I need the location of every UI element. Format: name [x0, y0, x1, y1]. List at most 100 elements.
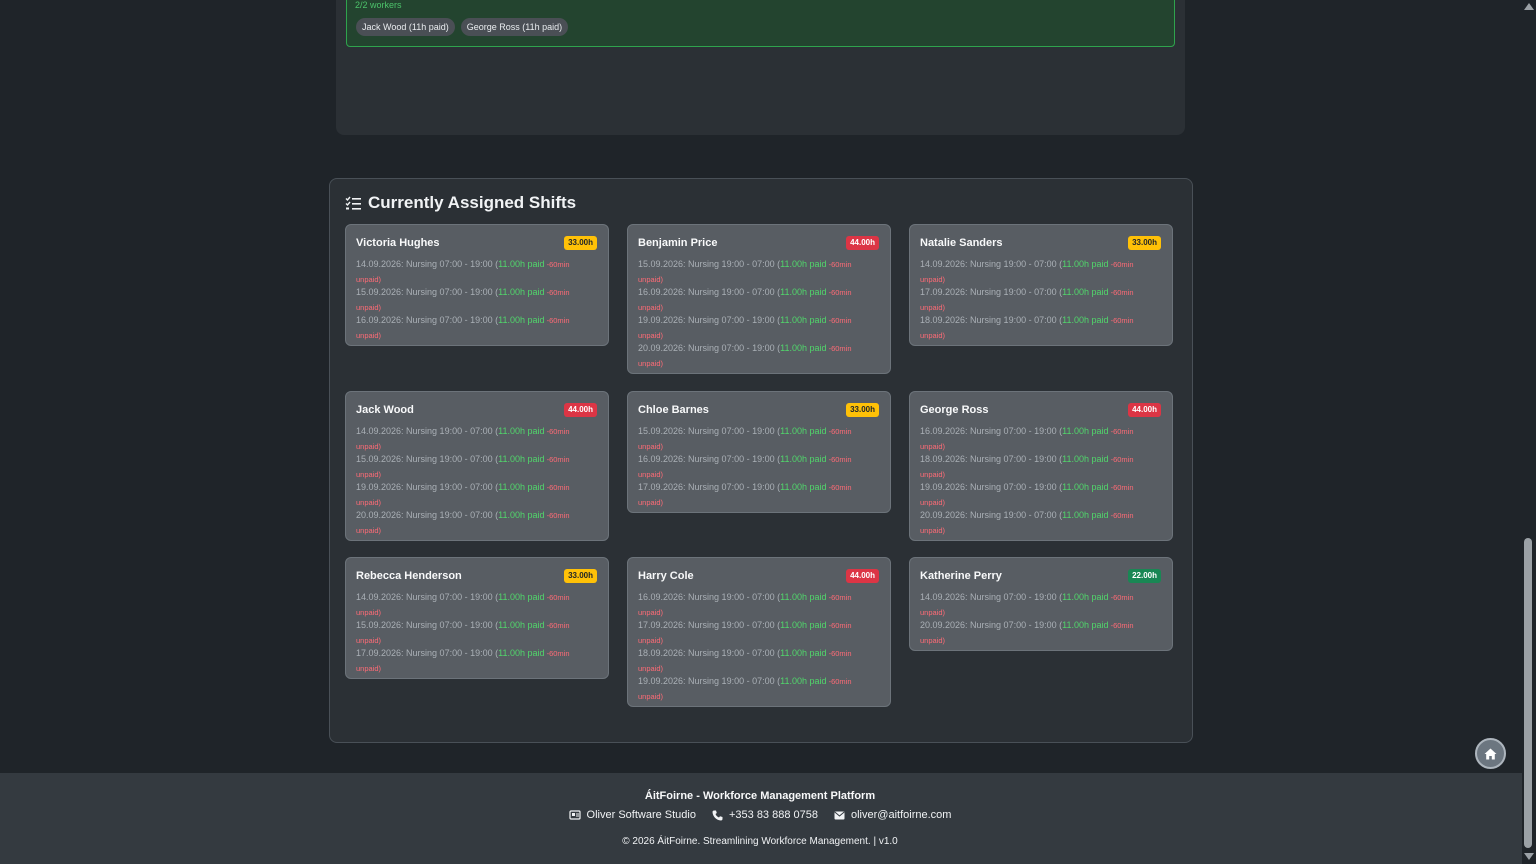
- unpaid-label: unpaid): [356, 442, 382, 451]
- worker-chip[interactable]: Jack Wood (11h paid): [356, 18, 455, 36]
- unpaid-break: -60min: [1108, 427, 1134, 436]
- shift-line: 16.09.2026: Nursing 19:00 - 07:00 (11.00…: [638, 590, 878, 605]
- shift-entry: 16.09.2026: Nursing 07:00 - 19:00 (11.00…: [356, 313, 596, 341]
- unpaid-label: unpaid): [638, 331, 664, 340]
- worker-chip[interactable]: George Ross (11h paid): [460, 18, 569, 36]
- hours-badge: 44.00h: [1128, 403, 1161, 417]
- shift-card: Katherine Perry 22.00h 14.09.2026: Nursing…: [909, 557, 1173, 651]
- shift-line: 16.09.2026: Nursing 07:00 - 19:00 (11.00…: [638, 452, 878, 467]
- shift-text: 18.09.2026: Nursing 07:00 - 19:00 (: [920, 454, 1063, 464]
- shift-line: 20.09.2026: Nursing 07:00 - 19:00 (11.00…: [920, 618, 1160, 633]
- shift-entry: 14.09.2026: Nursing 07:00 - 19:00 (11.00…: [356, 257, 596, 285]
- shift-line: 18.09.2026: Nursing 07:00 - 19:00 (11.00…: [920, 452, 1160, 467]
- hours-badge: 33.00h: [1128, 236, 1161, 250]
- phone-icon: [712, 810, 723, 820]
- footer-email[interactable]: oliver@aitfoirne.com: [834, 809, 951, 821]
- paid-hours: 11.00h paid: [498, 315, 545, 325]
- paid-hours: 11.00h paid: [780, 648, 827, 658]
- hours-badge: 44.00h: [846, 236, 879, 250]
- unpaid-label: unpaid): [356, 526, 382, 535]
- paid-hours: 11.00h paid: [780, 676, 827, 686]
- unpaid-break: -60min: [544, 511, 570, 520]
- shift-line: unpaid): [638, 495, 878, 510]
- footer-phone-text: +353 83 888 0758: [728, 809, 818, 821]
- shift-entry: 14.09.2026: Nursing 19:00 - 07:00 (11.00…: [356, 424, 596, 452]
- unpaid-break: -60min: [544, 483, 570, 492]
- home-button[interactable]: [1475, 738, 1506, 769]
- unpaid-label: unpaid): [356, 498, 382, 507]
- shift-line: 15.09.2026: Nursing 19:00 - 07:00 (11.00…: [638, 257, 878, 272]
- worker-name: Victoria Hughes: [356, 237, 440, 249]
- worker-name: Rebecca Henderson: [356, 570, 462, 582]
- shift-entry: 18.09.2026: Nursing 19:00 - 07:00 (11.00…: [920, 313, 1160, 341]
- shift-entry: 15.09.2026: Nursing 19:00 - 07:00 (11.00…: [356, 452, 596, 480]
- shift-text: 15.09.2026: Nursing 19:00 - 07:00 (: [356, 454, 499, 464]
- shift-line: 16.09.2026: Nursing 07:00 - 19:00 (11.00…: [356, 313, 596, 328]
- shift-entry: 15.09.2026: Nursing 07:00 - 19:00 (11.00…: [356, 618, 596, 646]
- unpaid-break: -60min: [1108, 483, 1134, 492]
- shift-list: 15.09.2026: Nursing 07:00 - 19:00 (11.00…: [638, 424, 878, 508]
- unpaid-break: -60min: [544, 593, 570, 602]
- shift-line: 19.09.2026: Nursing 19:00 - 07:00 (11.00…: [356, 480, 596, 495]
- unpaid-label: unpaid): [356, 470, 382, 479]
- unpaid-break: -60min: [544, 455, 570, 464]
- worker-name: Harry Cole: [638, 570, 694, 582]
- worker-name: Benjamin Price: [638, 237, 718, 249]
- footer-email-text: oliver@aitfoirne.com: [851, 809, 952, 821]
- hours-badge: 22.00h: [1128, 569, 1161, 583]
- unpaid-break: -60min: [1108, 455, 1134, 464]
- home-icon: [1484, 748, 1497, 759]
- paid-hours: 11.00h paid: [498, 259, 545, 269]
- unpaid-label: unpaid): [638, 608, 664, 617]
- shift-text: 16.09.2026: Nursing 19:00 - 07:00 (: [638, 287, 781, 297]
- worker-name: Jack Wood: [356, 404, 414, 416]
- shift-line: unpaid): [638, 689, 878, 704]
- shift-entry: 17.09.2026: Nursing 19:00 - 07:00 (11.00…: [920, 285, 1160, 313]
- scrollbar-thumb[interactable]: [1524, 538, 1532, 848]
- coverage-count: 2/2 workers: [355, 0, 402, 10]
- shift-entry: 16.09.2026: Nursing 07:00 - 19:00 (11.00…: [638, 452, 878, 480]
- unpaid-break: -60min: [826, 621, 852, 630]
- shift-list: 14.09.2026: Nursing 07:00 - 19:00 (11.00…: [356, 257, 596, 341]
- shift-text: 20.09.2026: Nursing 19:00 - 07:00 (: [356, 510, 499, 520]
- unpaid-label: unpaid): [920, 636, 946, 645]
- shift-line: 16.09.2026: Nursing 07:00 - 19:00 (11.00…: [920, 424, 1160, 439]
- shift-text: 17.09.2026: Nursing 19:00 - 07:00 (: [638, 620, 781, 630]
- shift-text: 17.09.2026: Nursing 07:00 - 19:00 (: [638, 482, 781, 492]
- unpaid-label: unpaid): [356, 331, 382, 340]
- paid-hours: 11.00h paid: [1062, 620, 1109, 630]
- section-title: Currently Assigned Shifts: [345, 193, 576, 213]
- unpaid-label: unpaid): [638, 692, 664, 701]
- shift-list: 16.09.2026: Nursing 07:00 - 19:00 (11.00…: [920, 424, 1160, 536]
- paid-hours: 11.00h paid: [780, 343, 827, 353]
- shift-line: 14.09.2026: Nursing 07:00 - 19:00 (11.00…: [920, 590, 1160, 605]
- hours-badge: 33.00h: [846, 403, 879, 417]
- hours-badge: 33.00h: [564, 236, 597, 250]
- hours-badge: 44.00h: [846, 569, 879, 583]
- shift-text: 17.09.2026: Nursing 07:00 - 19:00 (: [356, 648, 499, 658]
- scrollbar-up-arrow[interactable]: [1524, 3, 1534, 10]
- shift-entry: 17.09.2026: Nursing 07:00 - 19:00 (11.00…: [356, 646, 596, 674]
- shift-text: 16.09.2026: Nursing 07:00 - 19:00 (: [356, 315, 499, 325]
- shift-entry: 20.09.2026: Nursing 07:00 - 19:00 (11.00…: [638, 341, 878, 369]
- shift-entry: 18.09.2026: Nursing 07:00 - 19:00 (11.00…: [920, 452, 1160, 480]
- unpaid-break: -60min: [544, 260, 570, 269]
- footer-phone[interactable]: +353 83 888 0758: [712, 809, 818, 821]
- shift-card: Harry Cole 44.00h 16.09.2026: Nursing 19:0…: [627, 557, 891, 707]
- shift-entry: 14.09.2026: Nursing 07:00 - 19:00 (11.00…: [920, 590, 1160, 618]
- scrollbar-down-arrow[interactable]: [1524, 853, 1534, 860]
- shift-text: 15.09.2026: Nursing 07:00 - 19:00 (: [356, 620, 499, 630]
- shift-text: 19.09.2026: Nursing 07:00 - 19:00 (: [920, 482, 1063, 492]
- shift-entry: 16.09.2026: Nursing 19:00 - 07:00 (11.00…: [638, 285, 878, 313]
- unpaid-break: -60min: [826, 455, 852, 464]
- shift-entry: 14.09.2026: Nursing 19:00 - 07:00 (11.00…: [920, 257, 1160, 285]
- shift-line: 20.09.2026: Nursing 19:00 - 07:00 (11.00…: [920, 508, 1160, 523]
- paid-hours: 11.00h paid: [780, 454, 827, 464]
- unpaid-label: unpaid): [638, 275, 664, 284]
- paid-hours: 11.00h paid: [1062, 259, 1109, 269]
- envelope-icon: [834, 811, 845, 819]
- unpaid-break: -60min: [544, 427, 570, 436]
- shift-line: 17.09.2026: Nursing 19:00 - 07:00 (11.00…: [920, 285, 1160, 300]
- unpaid-break: -60min: [826, 649, 852, 658]
- unpaid-label: unpaid): [920, 331, 946, 340]
